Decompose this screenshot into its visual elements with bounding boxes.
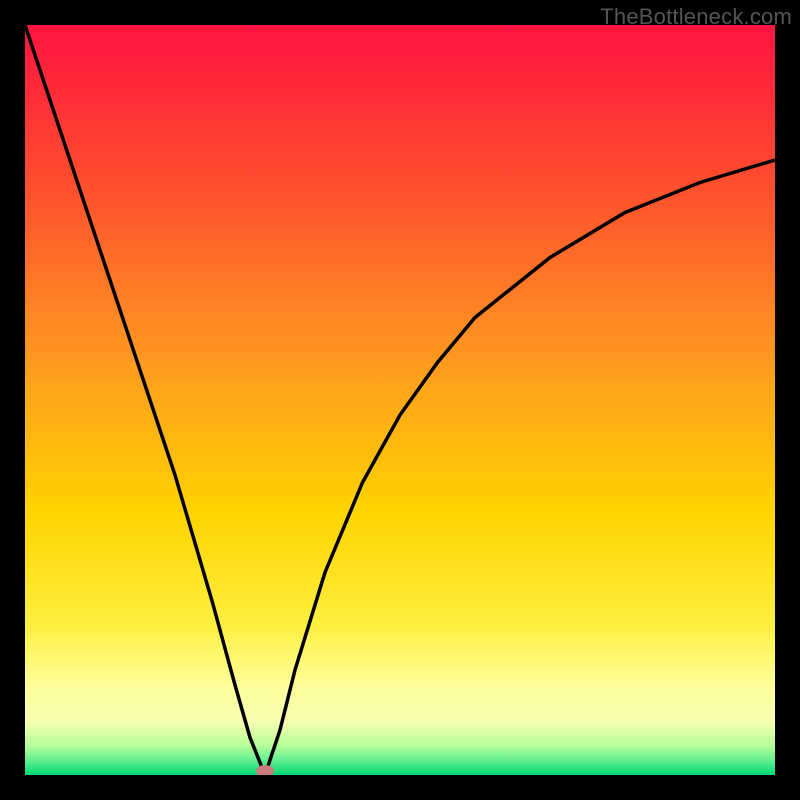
watermark-text: TheBottleneck.com [600,4,792,30]
plot-area [25,25,775,775]
chart-container: TheBottleneck.com [0,0,800,800]
bottleneck-curve [25,25,775,775]
optimum-marker [256,765,274,775]
